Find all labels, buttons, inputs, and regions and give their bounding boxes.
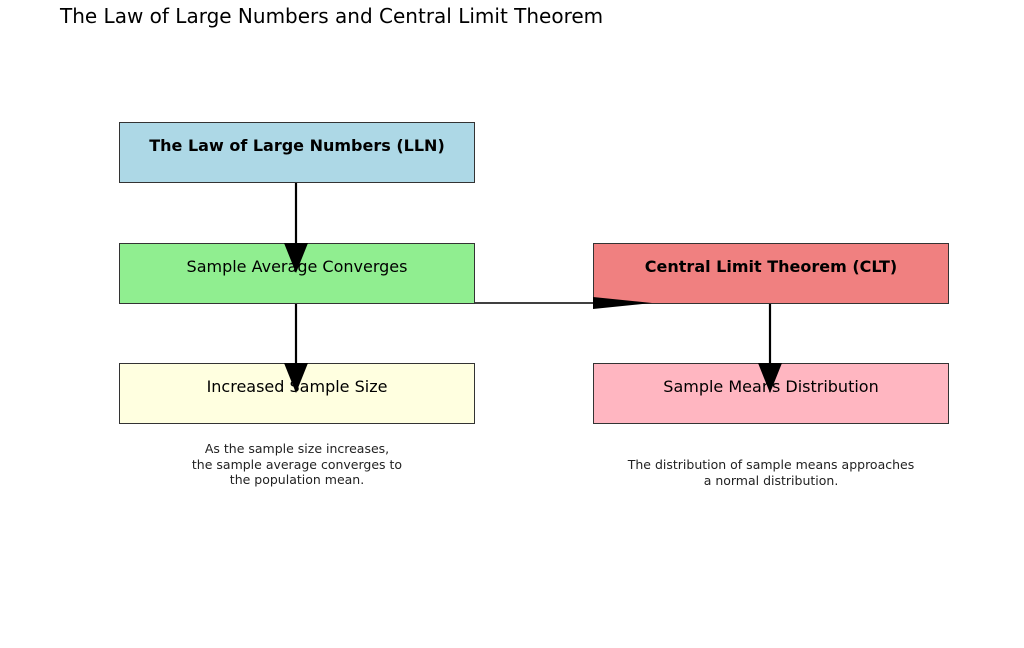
- diagram-title: The Law of Large Numbers and Central Lim…: [60, 4, 604, 28]
- node-lln-label: The Law of Large Numbers (LLN): [149, 136, 445, 155]
- node-clt-label: Central Limit Theorem (CLT): [644, 257, 898, 276]
- node-increased-sample-size-label: Increased Sample Size: [206, 377, 388, 396]
- node-lln: The Law of Large Numbers (LLN): [119, 122, 475, 183]
- node-sample-average-label: Sample Average Converges: [186, 257, 408, 276]
- node-sample-means-label: Sample Means Distribution: [663, 377, 879, 396]
- node-sample-average-converges: Sample Average Converges: [119, 243, 475, 304]
- lln-note: As the sample size increases, the sample…: [191, 441, 403, 487]
- node-increased-sample-size: Increased Sample Size: [119, 363, 475, 424]
- edges-layer: [284, 183, 782, 393]
- node-clt: Central Limit Theorem (CLT): [593, 243, 949, 304]
- node-sample-means-distribution: Sample Means Distribution: [593, 363, 949, 424]
- clt-note: The distribution of sample means approac…: [627, 457, 915, 488]
